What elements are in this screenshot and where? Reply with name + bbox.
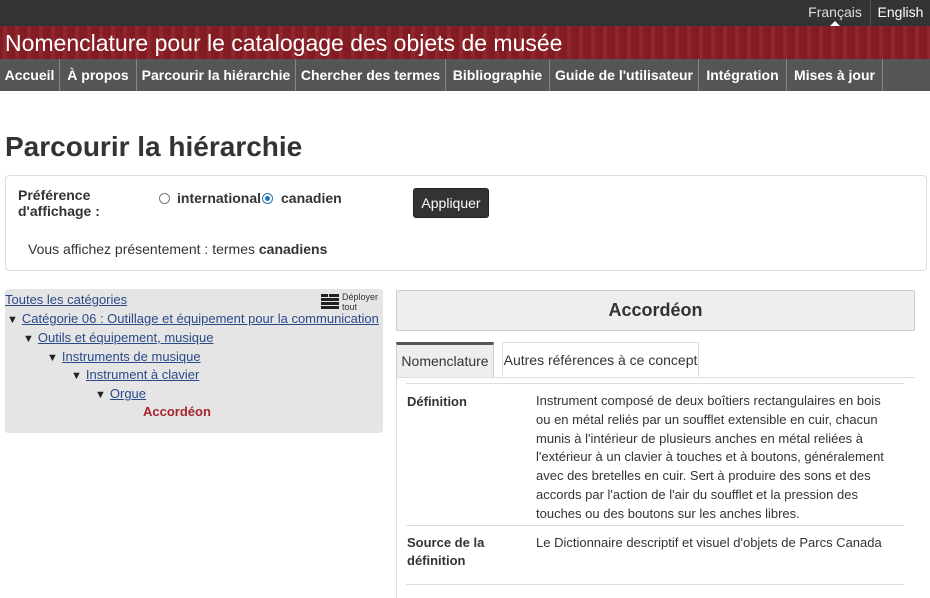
tree-root-link[interactable]: Toutes les catégories <box>5 292 127 307</box>
source-label: Source de la définition <box>407 535 485 568</box>
page-title: Parcourir la hiérarchie <box>5 131 303 162</box>
collapse-triangle-icon[interactable]: ▼ <box>7 314 18 326</box>
radio-canadien[interactable] <box>262 193 273 204</box>
menu-item-accueil[interactable]: Accueil <box>0 59 60 91</box>
menu-item-chercher[interactable]: Chercher des termes <box>296 59 446 91</box>
definition-label: Définition <box>407 394 467 409</box>
collapse-triangle-icon[interactable]: ▼ <box>47 352 58 364</box>
row-divider <box>406 584 904 585</box>
expand-all-button[interactable]: Déployer tout <box>321 291 381 313</box>
row-divider <box>406 383 904 384</box>
menu-item-mises-a-jour[interactable]: Mises à jour <box>787 59 883 91</box>
source-text: Le Dictionnaire descriptif et visuel d'o… <box>536 535 882 550</box>
expand-all-label: Déployer tout <box>342 292 379 312</box>
collapse-triangle-icon[interactable]: ▼ <box>23 333 34 345</box>
expand-all-icon <box>321 294 339 310</box>
row-divider <box>406 525 904 526</box>
status-prefix: Vous affichez présentement : termes <box>28 241 259 257</box>
language-francais-link[interactable]: Français <box>800 0 870 26</box>
status-value: canadiens <box>258 241 328 257</box>
tree-level-1: ▼ Catégorie 06 : Outillage et équipement … <box>7 311 379 328</box>
site-banner: Nomenclature pour le catalogage des obje… <box>0 26 930 59</box>
radio-canadien-label[interactable]: canadien <box>281 190 342 206</box>
collapse-triangle-icon[interactable]: ▼ <box>71 370 82 382</box>
display-preference-panel: Préférence d'affichage : international c… <box>5 175 927 271</box>
term-title: Accordéon <box>396 290 915 331</box>
tree-current-term: Accordéon <box>143 404 211 419</box>
tree-link-categorie-06[interactable]: Catégorie 06 : Outillage et équipement p… <box>22 311 379 326</box>
site-title[interactable]: Nomenclature pour le catalogage des obje… <box>5 30 562 57</box>
language-bar: Français English <box>0 0 930 26</box>
menu-item-guide[interactable]: Guide de l'utilisateur <box>550 59 699 91</box>
main-menu: Accueil À propos Parcourir la hiérarchie… <box>0 59 930 91</box>
collapse-triangle-icon[interactable]: ▼ <box>95 389 106 401</box>
radio-international-label[interactable]: international <box>177 190 261 206</box>
tree-level-3: ▼ Instruments de musique <box>47 349 201 366</box>
tab-nomenclature[interactable]: Nomenclature <box>396 342 494 378</box>
preference-label: Préférence d'affichage : <box>18 187 100 219</box>
menu-item-a-propos[interactable]: À propos <box>60 59 137 91</box>
radio-international[interactable] <box>159 193 170 204</box>
definition-text: Instrument composé de deux boîtiers rect… <box>536 393 884 521</box>
tree-level-2: ▼ Outils et équipement, musique <box>23 330 214 347</box>
menu-item-bibliographie[interactable]: Bibliographie <box>446 59 550 91</box>
tree-level-4: ▼ Instrument à clavier <box>71 367 199 384</box>
current-display-status: Vous affichez présentement : termes cana… <box>28 241 327 257</box>
language-english-link[interactable]: English <box>871 0 930 26</box>
menu-item-parcourir[interactable]: Parcourir la hiérarchie <box>137 59 296 91</box>
tree-link-outils-musique[interactable]: Outils et équipement, musique <box>38 330 214 345</box>
tree-link-instruments-musique[interactable]: Instruments de musique <box>62 349 201 364</box>
tab-autres-references[interactable]: Autres références à ce concept <box>502 342 699 378</box>
tree-link-instrument-clavier[interactable]: Instrument à clavier <box>86 367 199 382</box>
tree-link-orgue[interactable]: Orgue <box>110 386 146 401</box>
apply-button[interactable]: Appliquer <box>413 188 489 218</box>
menu-item-integration[interactable]: Intégration <box>699 59 787 91</box>
tree-level-5: ▼ Orgue <box>95 386 146 403</box>
hierarchy-tree: Toutes les catégories Déployer tout ▼ Cat… <box>5 289 383 433</box>
